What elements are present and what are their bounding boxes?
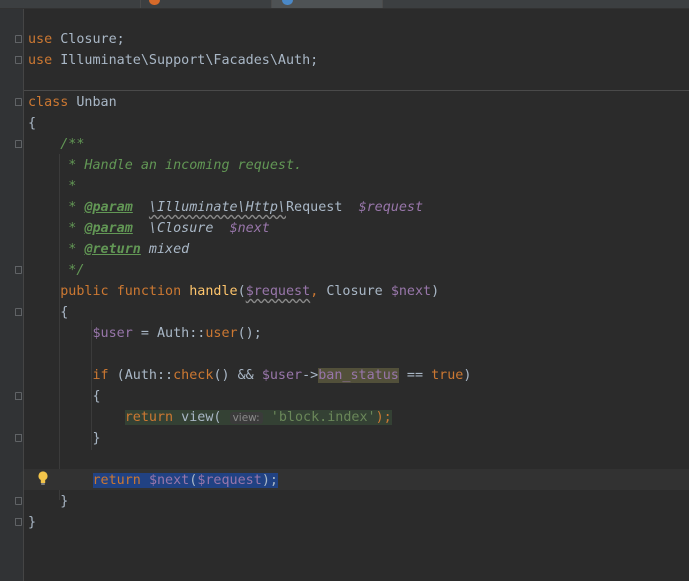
method-separator	[24, 90, 689, 91]
code-line[interactable]: use Closure;	[28, 29, 125, 50]
brace: }	[28, 515, 37, 530]
code-line[interactable]: $user = Auth::user();	[28, 323, 262, 344]
function-name: handle	[189, 284, 238, 299]
fold-marker-icon[interactable]	[15, 35, 22, 43]
brace: }	[28, 431, 101, 446]
doc-comment: *	[28, 221, 85, 236]
doc-comment: *	[28, 179, 77, 194]
code-text: Closure;	[52, 32, 125, 47]
method-call: user	[205, 326, 238, 341]
code-text: = Auth::	[132, 326, 206, 341]
doc-tag: @return	[84, 242, 141, 257]
code-line[interactable]: }	[28, 428, 101, 449]
doc-variable: $request	[358, 200, 424, 215]
code-text: ->	[302, 368, 319, 383]
code-text: ==	[398, 368, 432, 383]
doc-type: mixed	[140, 242, 190, 257]
fold-marker-icon[interactable]	[15, 98, 22, 106]
keyword: class	[28, 95, 69, 110]
code-line[interactable]: /**	[28, 134, 84, 155]
doc-comment: * Handle an incoming request.	[28, 158, 303, 173]
keyword: public	[60, 284, 109, 299]
code-line[interactable]: * @return mixed	[28, 239, 189, 260]
function-call: view(	[173, 410, 222, 425]
doc-comment: */	[28, 263, 85, 278]
code-line[interactable]: */	[28, 260, 84, 281]
fold-marker-icon[interactable]	[15, 56, 22, 64]
keyword: function	[116, 284, 182, 299]
code-text: ();	[237, 326, 262, 341]
keyword: return	[124, 410, 174, 425]
code-line[interactable]: return view( view: 'block.index');	[28, 407, 392, 428]
editor-gutter	[0, 9, 24, 581]
parameter: $request	[245, 284, 311, 299]
editor-tab-active[interactable]	[272, 0, 383, 8]
code-line[interactable]: }	[28, 491, 68, 512]
doc-tag: @param	[84, 221, 133, 236]
editor-tab[interactable]	[141, 0, 272, 8]
keyword: return	[92, 473, 141, 488]
fold-marker-icon[interactable]	[15, 518, 22, 526]
code-line[interactable]: if (Auth::check() && $user->ban_status =…	[28, 365, 471, 386]
brace: {	[28, 305, 69, 320]
doc-comment: *	[28, 200, 85, 215]
parameter: $next	[390, 284, 432, 299]
code-line[interactable]: *	[28, 176, 76, 197]
fold-marker-icon[interactable]	[15, 434, 22, 442]
fold-marker-icon[interactable]	[15, 266, 22, 274]
method-call: check	[173, 368, 214, 383]
code-line-current[interactable]: return $next($request);	[28, 470, 278, 491]
fold-marker-icon[interactable]	[15, 497, 22, 505]
doc-comment: /**	[28, 137, 85, 152]
code-line[interactable]: use Illuminate\Support\Facades\Auth;	[28, 50, 318, 71]
brace: {	[28, 116, 37, 131]
variable: $request	[197, 473, 262, 488]
code-line[interactable]: {	[28, 302, 68, 323]
code-text: () &&	[213, 368, 262, 383]
doc-type: \Closure	[148, 221, 214, 236]
editor-tab-bar	[0, 0, 689, 9]
code-line[interactable]: * Handle an incoming request.	[28, 155, 302, 176]
keyword: use	[28, 32, 53, 47]
variable: $next	[148, 473, 190, 488]
fold-marker-icon[interactable]	[15, 392, 22, 400]
code-line[interactable]: {	[28, 113, 36, 134]
keyword: true	[431, 368, 464, 383]
php-class-icon	[282, 0, 293, 5]
doc-tag: @param	[84, 200, 133, 215]
variable: $user	[92, 326, 133, 341]
class-name: Unban	[68, 95, 117, 110]
fold-marker-icon[interactable]	[15, 140, 22, 148]
php-file-icon	[149, 0, 160, 5]
editor-tab[interactable]	[60, 0, 141, 8]
code-text: );	[261, 473, 278, 488]
doc-type: Request	[286, 200, 343, 215]
code-line[interactable]: public function handle($request, Closure…	[28, 281, 439, 302]
doc-type: \Illuminate\Http\	[148, 200, 286, 215]
keyword: use	[28, 53, 53, 68]
brace: }	[28, 494, 69, 509]
string-literal: 'block.index'	[270, 410, 376, 425]
parameter-hint: view:	[229, 412, 263, 424]
doc-variable: $next	[229, 221, 270, 236]
code-line[interactable]: }	[28, 512, 36, 533]
code-line[interactable]: class Unban	[28, 92, 117, 113]
brace: {	[28, 389, 101, 404]
variable: $user	[261, 368, 303, 383]
code-line[interactable]: * @param \Closure $next	[28, 218, 270, 239]
doc-comment: *	[28, 242, 85, 257]
code-line[interactable]: {	[28, 386, 101, 407]
code-text: )	[463, 368, 472, 383]
code-line[interactable]: * @param \Illuminate\Http\Request $reque…	[28, 197, 423, 218]
code-text: (Auth::	[108, 368, 174, 383]
keyword: if	[92, 368, 109, 383]
code-text: );	[375, 410, 392, 425]
type-hint: Closure	[326, 284, 391, 299]
property: ban_status	[318, 368, 399, 383]
code-text: Illuminate\Support\Facades\Auth;	[52, 53, 319, 68]
fold-marker-icon[interactable]	[15, 308, 22, 316]
